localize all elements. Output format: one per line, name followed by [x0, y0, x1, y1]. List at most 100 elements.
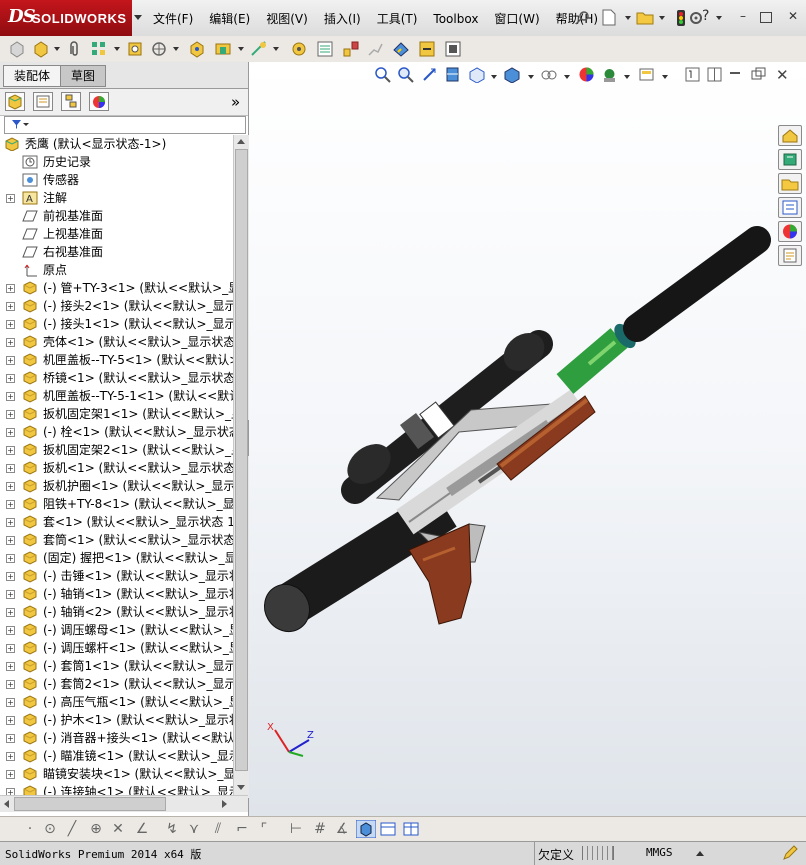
tree-root[interactable]: 秃鹰 (默认<显示状态-1>): [0, 135, 233, 153]
new-document-icon[interactable]: [602, 9, 616, 26]
angle-icon[interactable]: ∠: [134, 821, 150, 837]
viewport-close-icon[interactable]: ✕: [776, 66, 789, 84]
tree-row[interactable]: + 阻铁+TY-8<1> (默认<<默认>_显示状: [0, 495, 233, 513]
scroll-left-icon[interactable]: [4, 800, 9, 808]
features-dropdown-icon[interactable]: [238, 47, 244, 51]
display-manager-tab[interactable]: [89, 92, 109, 111]
reference-dropdown-icon[interactable]: [273, 47, 279, 51]
file-explorer-tab[interactable]: [778, 173, 802, 194]
menu-tools[interactable]: 工具(T): [369, 9, 426, 29]
solidworks-resources-tab[interactable]: [778, 125, 802, 146]
open-folder-icon[interactable]: [636, 9, 654, 25]
sketch-layout-icon[interactable]: [380, 822, 396, 836]
convert-entities-icon[interactable]: ⋎: [186, 821, 202, 837]
tree-row[interactable]: + 扳机<1> (默认<<默认>_显示状态 1>: [0, 459, 233, 477]
tree-row[interactable]: + 机匣盖板--TY-5<1> (默认<<默认>_显: [0, 351, 233, 369]
close-button[interactable]: ✕: [786, 10, 800, 22]
viewport-restore-icon[interactable]: [750, 66, 767, 83]
single-view-icon[interactable]: [684, 66, 701, 83]
rifle-model[interactable]: [249, 62, 806, 818]
menu-insert[interactable]: 插入(I): [316, 9, 369, 29]
expand-plus-icon[interactable]: +: [6, 320, 15, 329]
view-orientation-dropdown-icon[interactable]: [491, 75, 497, 79]
line-icon[interactable]: ╱: [64, 821, 80, 837]
two-view-icon[interactable]: [706, 66, 723, 83]
tree-horizontal-scrollbar[interactable]: [0, 795, 248, 812]
expand-plus-icon[interactable]: +: [6, 464, 15, 473]
expand-plus-icon[interactable]: +: [6, 428, 15, 437]
tree-row[interactable]: + 套<1> (默认<<默认>_显示状态 1>): [0, 513, 233, 531]
tree-row[interactable]: + 桥镜<1> (默认<<默认>_显示状态 1>: [0, 369, 233, 387]
tree-row[interactable]: 原点: [0, 261, 233, 279]
tree-row[interactable]: + A 注解: [0, 189, 233, 207]
design-library-tab[interactable]: [778, 149, 802, 170]
dimension-icon[interactable]: ⊢: [288, 821, 304, 837]
tree-row[interactable]: + (-) 消音器+接头<1> (默认<<默认>_: [0, 729, 233, 747]
menu-view[interactable]: 视图(V): [258, 9, 316, 29]
expand-panel-icon[interactable]: »: [231, 93, 240, 111]
explode-line-sketch-icon[interactable]: [366, 40, 384, 58]
tree-row[interactable]: + (-) 护木<1> (默认<<默认>_显示状: [0, 711, 233, 729]
expand-plus-icon[interactable]: +: [6, 518, 15, 527]
circle-icon[interactable]: ⊙: [42, 821, 58, 837]
view-palette-tab[interactable]: [778, 197, 802, 218]
expand-plus-icon[interactable]: +: [6, 482, 15, 491]
show-hidden-components-icon[interactable]: [188, 40, 206, 58]
expand-plus-icon[interactable]: +: [6, 680, 15, 689]
expand-plus-icon[interactable]: +: [6, 770, 15, 779]
custom-properties-tab[interactable]: [778, 245, 802, 266]
instant3d-icon[interactable]: [444, 40, 462, 58]
scroll-down-icon[interactable]: [237, 785, 245, 790]
expand-plus-icon[interactable]: +: [6, 608, 15, 617]
viewport-minimize-icon[interactable]: [730, 72, 740, 74]
mirror-icon[interactable]: ⫽: [210, 821, 226, 837]
apply-scene-icon[interactable]: [601, 66, 618, 83]
hide-show-items-icon[interactable]: [540, 66, 557, 83]
edit-component-icon[interactable]: [8, 40, 26, 58]
filter-funnel-icon[interactable]: [11, 119, 29, 130]
move-dropdown-icon[interactable]: [173, 47, 179, 51]
tree-row[interactable]: + (-) 轴销<2> (默认<<默认>_显示状: [0, 603, 233, 621]
tree-row[interactable]: + (-) 套筒1<1> (默认<<默认>_显示状: [0, 657, 233, 675]
bill-of-materials-icon[interactable]: [316, 40, 334, 58]
reference-geometry-icon[interactable]: [250, 40, 268, 58]
expand-plus-icon[interactable]: +: [6, 446, 15, 455]
help-dropdown-icon[interactable]: [716, 16, 722, 20]
tree-row[interactable]: + (-) 栓<1> (默认<<默认>_显示状态: [0, 423, 233, 441]
sketch-table-icon[interactable]: [403, 822, 419, 836]
view-settings-icon[interactable]: [638, 66, 655, 83]
trim-icon[interactable]: ✕: [110, 821, 126, 837]
section-view-icon[interactable]: [444, 66, 461, 83]
tree-row[interactable]: 历史记录: [0, 153, 233, 171]
tree-row[interactable]: 右视基准面: [0, 243, 233, 261]
rebuild-traffic-light-icon[interactable]: [676, 9, 686, 27]
expand-plus-icon[interactable]: +: [6, 572, 15, 581]
zoom-to-fit-icon[interactable]: [374, 66, 391, 83]
horizontal-scroll-thumb[interactable]: [14, 797, 166, 811]
smart-fasteners-icon[interactable]: [126, 40, 144, 58]
relations-icon[interactable]: ∡: [334, 821, 350, 837]
menu-window[interactable]: 窗口(W): [486, 9, 547, 29]
expand-plus-icon[interactable]: +: [6, 284, 15, 293]
move-component-icon[interactable]: [150, 40, 168, 58]
units-up-icon[interactable]: [696, 851, 704, 856]
grid-icon[interactable]: #: [312, 821, 328, 837]
logo-dropdown-icon[interactable]: [134, 15, 142, 20]
configuration-manager-tab[interactable]: [61, 92, 81, 111]
scroll-up-icon[interactable]: [237, 139, 245, 144]
linear-pattern-icon[interactable]: [90, 40, 108, 58]
tree-row[interactable]: 上视基准面: [0, 225, 233, 243]
expand-plus-icon[interactable]: +: [6, 302, 15, 311]
offset-icon[interactable]: ↯: [164, 821, 180, 837]
appearances-tab[interactable]: [778, 221, 802, 242]
3d-sketch-icon[interactable]: [356, 820, 376, 838]
scroll-right-icon[interactable]: [222, 800, 227, 808]
exploded-view-icon[interactable]: [342, 40, 360, 58]
tree-row[interactable]: + (-) 调压螺杆<1> (默认<<默认>_显示: [0, 639, 233, 657]
mate-paperclip-icon[interactable]: [66, 40, 84, 58]
hide-show-dropdown-icon[interactable]: [564, 75, 570, 79]
interference-detection-icon[interactable]: [392, 40, 410, 58]
tree-row[interactable]: + (-) 调压螺母<1> (默认<<默认>_显示: [0, 621, 233, 639]
assembly-features-icon[interactable]: [214, 40, 232, 58]
zoom-to-area-icon[interactable]: [397, 66, 414, 83]
